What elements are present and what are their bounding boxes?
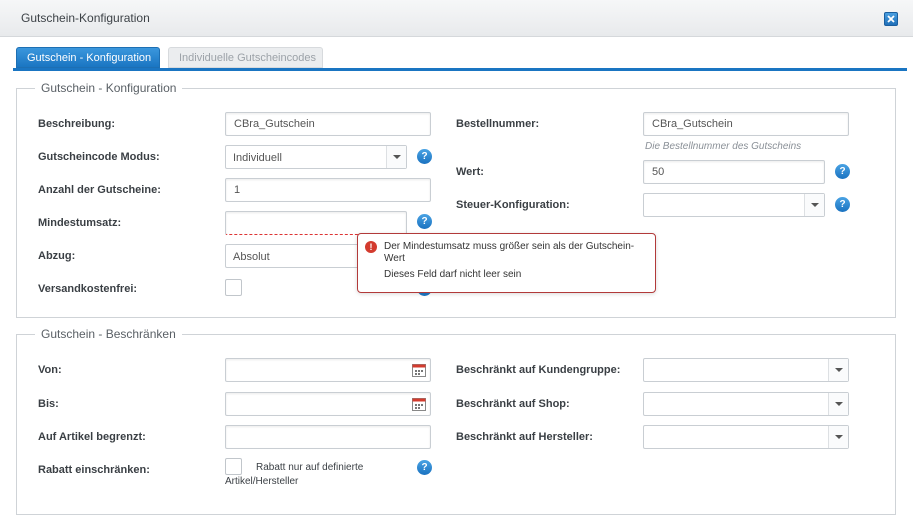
versand-checkbox[interactable] xyxy=(225,279,242,296)
kundengruppe-select[interactable] xyxy=(643,358,849,382)
bis-label: Bis: xyxy=(38,398,59,410)
tab-gutschein-konfiguration[interactable]: Gutschein - Konfiguration xyxy=(16,47,160,68)
von-date-input[interactable] xyxy=(225,358,431,382)
chevron-down-icon[interactable] xyxy=(828,426,848,448)
chevron-down-icon[interactable] xyxy=(386,146,406,168)
mindestumsatz-input[interactable] xyxy=(225,211,407,235)
hersteller-label: Beschränkt auf Hersteller: xyxy=(456,431,593,443)
mindestumsatz-label: Mindestumsatz: xyxy=(38,217,122,229)
artikel-input[interactable] xyxy=(225,425,431,449)
chevron-down-icon[interactable] xyxy=(828,393,848,415)
tab-individuelle-gutscheincodes[interactable]: Individuelle Gutscheincodes xyxy=(168,47,323,68)
rabatt-checkbox[interactable] xyxy=(225,458,242,475)
bestellnummer-hint: Die Bestellnummer des Gutscheins xyxy=(645,141,802,152)
config-legend: Gutschein - Konfiguration xyxy=(41,81,177,95)
rabatt-label: Rabatt einschränken: xyxy=(38,464,150,476)
error-message-required: Dieses Feld darf nicht leer sein xyxy=(384,269,522,280)
close-icon xyxy=(887,15,895,23)
bestellnummer-label: Bestellnummer: xyxy=(456,118,540,130)
beschreibung-label: Beschreibung: xyxy=(38,118,116,130)
chevron-down-icon[interactable] xyxy=(804,194,824,216)
error-tooltip: ! Der Mindestumsatz muss größer sein als… xyxy=(357,233,656,293)
rabatt-checkbox-label-2: Artikel/Hersteller xyxy=(225,476,299,487)
error-icon: ! xyxy=(365,241,377,253)
kundengruppe-label: Beschränkt auf Kundengruppe: xyxy=(456,364,621,376)
beschreibung-input[interactable] xyxy=(225,112,431,136)
steuer-select[interactable] xyxy=(643,193,825,217)
chevron-down-icon[interactable] xyxy=(828,359,848,381)
anzahl-label: Anzahl der Gutscheine: xyxy=(38,184,161,196)
versand-label: Versandkostenfrei: xyxy=(38,283,138,295)
restrict-fieldset: Gutschein - Beschränken xyxy=(16,327,896,515)
help-icon[interactable]: ? xyxy=(417,149,432,164)
window-title: Gutschein-Konfiguration xyxy=(21,11,150,25)
modus-select-value: Individuell xyxy=(233,152,282,164)
steuer-label: Steuer-Konfiguration: xyxy=(456,199,570,211)
close-button[interactable] xyxy=(884,12,898,26)
error-message-mindestumsatz: Der Mindestumsatz muss größer sein als d… xyxy=(384,241,635,264)
von-label: Von: xyxy=(38,364,62,376)
bis-date-input[interactable] xyxy=(225,392,431,416)
help-icon[interactable]: ? xyxy=(417,214,432,229)
restrict-legend: Gutschein - Beschränken xyxy=(41,327,176,341)
modus-select[interactable]: Individuell xyxy=(225,145,407,169)
modus-label: Gutscheincode Modus: xyxy=(38,151,160,163)
calendar-icon[interactable] xyxy=(412,363,426,377)
wert-label: Wert: xyxy=(456,166,484,178)
rabatt-checkbox-label: Rabatt nur auf definierte xyxy=(256,462,364,473)
calendar-icon[interactable] xyxy=(412,397,426,411)
bestellnummer-input[interactable] xyxy=(643,112,849,136)
help-icon[interactable]: ? xyxy=(835,197,850,212)
abzug-select-value: Absolut xyxy=(233,251,270,263)
wert-input[interactable] xyxy=(643,160,825,184)
window-titlebar: Gutschein-Konfiguration xyxy=(0,0,913,37)
hersteller-select[interactable] xyxy=(643,425,849,449)
anzahl-input[interactable] xyxy=(225,178,431,202)
shop-select[interactable] xyxy=(643,392,849,416)
shop-label: Beschränkt auf Shop: xyxy=(456,398,570,410)
abzug-label: Abzug: xyxy=(38,250,76,262)
tab-underline xyxy=(13,68,907,71)
help-icon[interactable]: ? xyxy=(835,164,850,179)
help-icon[interactable]: ? xyxy=(417,460,432,475)
artikel-label: Auf Artikel begrenzt: xyxy=(38,431,146,443)
